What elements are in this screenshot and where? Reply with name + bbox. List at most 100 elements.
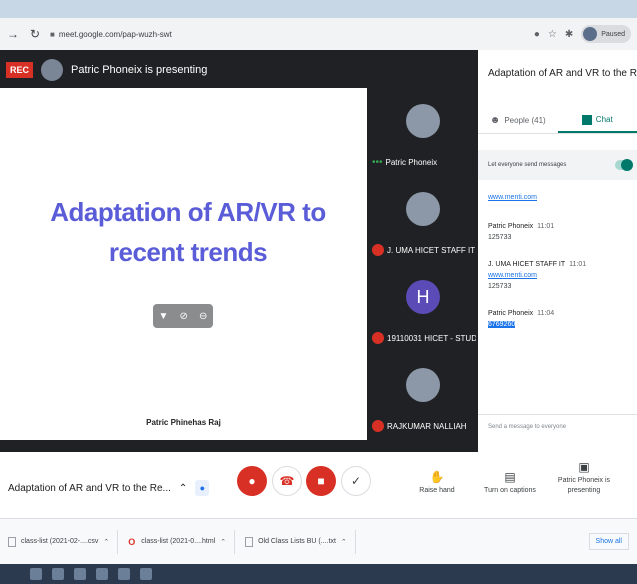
participant-tile[interactable]: H 19110031 HICET - STUDE... <box>368 264 478 350</box>
mic-button[interactable]: ● <box>237 466 267 496</box>
extensions-icon[interactable]: ✱ <box>565 29 573 40</box>
chevron-up-icon[interactable]: ⌃ <box>220 538 226 546</box>
camera-icon[interactable]: ● <box>534 29 540 40</box>
taskbar-app-icon[interactable] <box>52 568 64 580</box>
raise-hand-label: Raise hand <box>419 487 455 494</box>
selected-text: 6769260 <box>488 321 516 328</box>
message-input[interactable]: Send a message to everyone <box>478 414 637 438</box>
participant-avatar <box>406 104 440 138</box>
browser-toolbar-right: ● ☆ ✱ Paused <box>534 25 631 43</box>
presenting-label: Patric Phoneix is presenting <box>557 477 611 494</box>
url-text: meet.google.com/pap-wuzh-swt <box>58 29 172 39</box>
tab-people[interactable]: ☻ People (41) <box>478 108 558 133</box>
shield-icon[interactable]: ● <box>195 480 210 496</box>
taskbar-app-icon[interactable] <box>30 568 42 580</box>
forward-icon[interactable]: → <box>6 27 20 41</box>
raise-hand-button[interactable]: ✋ Raise hand <box>412 470 462 496</box>
message-text: 125733 <box>488 234 512 241</box>
chevron-up-icon[interactable]: ⌃ <box>103 538 109 546</box>
meeting-details[interactable]: Adaptation of AR and VR to the Re... ⌃ ● <box>8 480 210 496</box>
check-button[interactable]: ✓ <box>341 466 371 496</box>
panel-tabs: ☻ People (41) Chat <box>478 108 637 134</box>
check-icon: ✓ <box>350 474 362 488</box>
message-text: 125733 <box>488 283 512 290</box>
tile-overlay-controls[interactable]: ▼ ⊘ ⊖ <box>153 304 213 328</box>
profile-label: Paused <box>601 30 625 38</box>
camera-button[interactable]: ■ <box>306 466 336 496</box>
let-everyone-send-row: Let everyone send messages <box>478 150 637 180</box>
message-link[interactable]: www.menti.com <box>488 272 628 279</box>
send-messages-toggle[interactable] <box>615 159 633 171</box>
chat-message: Patric Phoneix 11:04 6769260 <box>488 310 628 328</box>
file-icon <box>245 536 254 547</box>
taskbar-app-icon[interactable] <box>140 568 152 580</box>
message-link[interactable]: www.menti.com <box>488 194 628 201</box>
mic-off-icon <box>372 420 384 432</box>
downloads-bar: class-list (2021-02-....csv ⌃ O class-li… <box>0 518 637 564</box>
taskbar-app-icon[interactable] <box>74 568 86 580</box>
chat-message: Patric Phoneix 11:01 125733 <box>488 223 628 241</box>
taskbar-app-icon[interactable] <box>118 568 130 580</box>
tab-chat-label: Chat <box>595 115 613 124</box>
tab-people-label: People (41) <box>504 116 546 125</box>
mic-off-icon: ● <box>248 474 256 488</box>
download-item[interactable]: class-list (2021-02-....csv ⌃ <box>8 529 119 554</box>
download-name: class-list (2021-02-....csv <box>21 538 99 545</box>
camera-off-icon: ■ <box>317 474 325 488</box>
recording-badge: REC <box>6 62 34 78</box>
message-header: Patric Phoneix 11:04 <box>488 310 628 317</box>
people-icon: ☻ <box>489 115 501 126</box>
participant-tile[interactable]: ••• Patric Phoneix <box>368 88 478 174</box>
mic-off-icon <box>372 332 384 344</box>
participant-tile[interactable]: RAJKUMAR NALLIAH <box>368 352 478 438</box>
lock-icon: ■ <box>50 29 55 39</box>
chat-message: www.menti.com <box>488 194 628 201</box>
message-sender: Patric Phoneix <box>488 223 534 230</box>
presenting-button[interactable]: ▣ Patric Phoneix is presenting <box>556 460 612 496</box>
remove-icon[interactable]: ⊖ <box>199 311 207 322</box>
participant-name: Patric Phoneix <box>385 158 438 167</box>
presenting-text: Patric Phoneix is presenting <box>71 64 208 76</box>
leave-call-button[interactable]: ☎ <box>272 466 302 496</box>
slide-title: Adaptation of AR/VR to recent trends <box>50 197 326 267</box>
browser-tab-strip <box>0 0 637 18</box>
participant-tile[interactable]: J. UMA HICET STAFF IT <box>368 176 478 262</box>
star-icon[interactable]: ☆ <box>548 29 557 40</box>
profile-button[interactable]: Paused <box>581 25 631 43</box>
presenter-avatar <box>41 59 64 81</box>
show-all-button[interactable]: Show all <box>588 533 629 550</box>
message-sender: Patric Phoneix <box>488 310 534 317</box>
meet-area: REC Patric Phoneix is presenting Adaptat… <box>0 50 637 452</box>
download-item[interactable]: Old Class Lists BU (....txt ⌃ <box>245 529 356 554</box>
chevron-up-icon[interactable]: ⌃ <box>179 483 187 494</box>
url-field[interactable]: ■ meet.google.com/pap-wuzh-swt <box>50 30 526 39</box>
taskbar-app-icon[interactable] <box>96 568 108 580</box>
tab-strip-faded <box>0 0 637 17</box>
presenter-bar: REC Patric Phoneix is presenting <box>0 50 478 90</box>
present-icon: ▣ <box>578 460 590 474</box>
participant-name-row: RAJKUMAR NALLIAH <box>372 420 476 432</box>
download-item[interactable]: O class-list (2021-0....html ⌃ <box>128 529 236 554</box>
captions-button[interactable]: ▤ Turn on captions <box>480 471 540 496</box>
message-header: J. UMA HICET STAFF IT 11:01 <box>488 261 628 268</box>
pin-icon[interactable]: ▼ <box>159 311 169 322</box>
file-icon <box>8 536 16 547</box>
participant-tiles: ••• Patric Phoneix J. UMA HICET STAFF IT… <box>368 88 478 440</box>
side-panel: Adaptation of AR and VR to the R... ☻ Pe… <box>478 50 637 452</box>
participant-name-row: J. UMA HICET STAFF IT <box>372 244 476 256</box>
hand-icon: ✋ <box>429 470 445 484</box>
opera-icon: O <box>128 536 136 547</box>
participant-name: 19110031 HICET - STUDE... <box>387 333 476 343</box>
reload-icon[interactable]: ↻ <box>28 27 42 41</box>
mute-icon[interactable]: ⊘ <box>180 311 188 322</box>
meeting-title: Adaptation of AR and VR to the Re... <box>8 482 171 494</box>
mic-off-icon <box>372 244 384 256</box>
participant-avatar <box>406 192 440 226</box>
chevron-up-icon[interactable]: ⌃ <box>341 538 347 546</box>
presentation-slide[interactable]: Adaptation of AR/VR to recent trends ▼ ⊘… <box>0 88 367 440</box>
participant-avatar: H <box>406 280 440 314</box>
address-bar: → ↻ ■ meet.google.com/pap-wuzh-swt ● ☆ ✱… <box>0 18 637 50</box>
participant-name: J. UMA HICET STAFF IT <box>387 245 476 255</box>
chat-icon <box>581 114 592 125</box>
tab-chat[interactable]: Chat <box>557 108 637 133</box>
